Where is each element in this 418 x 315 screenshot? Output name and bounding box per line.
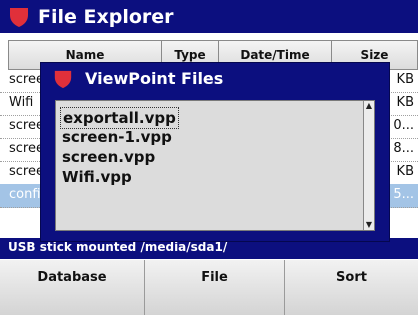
dialog-title: ViewPoint Files	[85, 69, 224, 88]
file-list-item[interactable]: screen.vpp	[62, 147, 155, 167]
scroll-up-arrow-icon[interactable]: ▲	[364, 101, 374, 111]
file-list-item-selected[interactable]: exportall.vpp	[60, 107, 179, 129]
row-name: scree	[9, 141, 44, 156]
scroll-down-arrow-icon[interactable]: ▼	[364, 220, 374, 230]
row-name: Wifi	[9, 95, 34, 110]
tab-sort[interactable]: Sort	[285, 260, 418, 315]
row-name: scree	[9, 164, 44, 179]
shield-logo-icon	[54, 70, 72, 89]
title-bar: File Explorer	[0, 0, 418, 33]
list-scrollbar[interactable]: ▲ ▼	[363, 101, 374, 230]
row-name: scree	[9, 118, 44, 133]
row-name: scree	[9, 72, 44, 87]
row-name: confi	[9, 187, 41, 202]
status-text: USB stick mounted /media/sda1/	[8, 240, 228, 254]
file-list[interactable]: exportall.vpp screen-1.vpp screen.vpp Wi…	[55, 100, 375, 231]
file-list-item[interactable]: Wifi.vpp	[62, 167, 132, 187]
tab-database[interactable]: Database	[0, 260, 145, 315]
viewpoint-files-dialog: ViewPoint Files exportall.vpp screen-1.v…	[40, 62, 390, 242]
file-list-item[interactable]: screen-1.vpp	[62, 127, 172, 147]
tab-file[interactable]: File	[145, 260, 285, 315]
bottom-tab-bar: Database File Sort	[0, 260, 418, 315]
app-title: File Explorer	[38, 6, 174, 28]
shield-logo-icon	[10, 8, 28, 27]
